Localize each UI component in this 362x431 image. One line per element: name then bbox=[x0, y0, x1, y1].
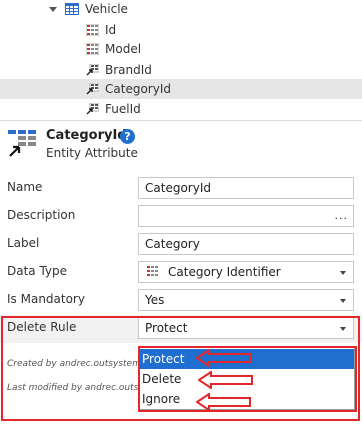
description-field[interactable]: ... bbox=[138, 205, 354, 227]
mandatory-select[interactable]: Yes bbox=[138, 289, 354, 311]
tree-entity-label: Vehicle bbox=[85, 2, 128, 16]
tree-item-id[interactable]: Id bbox=[86, 20, 116, 40]
label-field[interactable]: Category bbox=[138, 233, 354, 255]
name-label: Name bbox=[7, 180, 43, 194]
mandatory-label: Is Mandatory bbox=[7, 292, 85, 306]
page-subtitle: Entity Attribute bbox=[46, 146, 138, 160]
tree-item-brandid[interactable]: BrandId bbox=[86, 60, 152, 80]
annotation-arrow-icon bbox=[196, 393, 251, 411]
attribute-icon bbox=[86, 24, 99, 36]
tree-item-label: BrandId bbox=[105, 63, 152, 77]
help-icon[interactable]: ? bbox=[120, 129, 135, 144]
name-field[interactable]: CategoryId bbox=[138, 177, 354, 199]
entity-table-icon bbox=[65, 3, 79, 15]
name-value: CategoryId bbox=[145, 181, 211, 195]
page-title: CategoryId bbox=[46, 128, 127, 143]
more-button[interactable]: ... bbox=[335, 209, 349, 222]
tree-item-fuelid[interactable]: FuelId bbox=[86, 99, 141, 119]
tree-item-label: Model bbox=[105, 42, 142, 56]
mandatory-value: Yes bbox=[145, 293, 165, 307]
tree-node-vehicle[interactable]: Vehicle bbox=[0, 0, 362, 20]
tree-item-model[interactable]: Model bbox=[86, 39, 141, 59]
entity-identifier-icon bbox=[147, 266, 158, 276]
data-type-value: Category Identifier bbox=[168, 265, 281, 279]
chevron-down-icon bbox=[340, 271, 346, 275]
annotation-arrow-icon bbox=[196, 349, 251, 367]
divider bbox=[0, 120, 362, 121]
tree-item-categoryid[interactable]: CategoryId bbox=[0, 79, 362, 99]
chevron-down-icon[interactable] bbox=[49, 7, 57, 12]
attribute-icon bbox=[86, 43, 99, 55]
annotation-arrow-icon bbox=[198, 371, 253, 389]
data-type-label: Data Type bbox=[7, 264, 68, 278]
reference-attribute-icon bbox=[86, 64, 99, 76]
description-label: Description bbox=[7, 208, 76, 222]
label-value: Category bbox=[145, 237, 200, 251]
reference-attribute-icon bbox=[86, 83, 99, 95]
reference-attribute-icon bbox=[8, 130, 36, 157]
label-label: Label bbox=[7, 236, 40, 250]
chevron-down-icon bbox=[340, 299, 346, 303]
tree-item-label: Id bbox=[105, 23, 117, 37]
data-type-select[interactable]: Category Identifier bbox=[138, 261, 354, 283]
reference-attribute-icon bbox=[86, 103, 99, 115]
tree-item-label: FuelId bbox=[105, 102, 141, 116]
tree-item-label: CategoryId bbox=[105, 82, 171, 96]
entity-tree: Vehicle Id Model BrandId CategoryId Fuel… bbox=[0, 0, 362, 120]
